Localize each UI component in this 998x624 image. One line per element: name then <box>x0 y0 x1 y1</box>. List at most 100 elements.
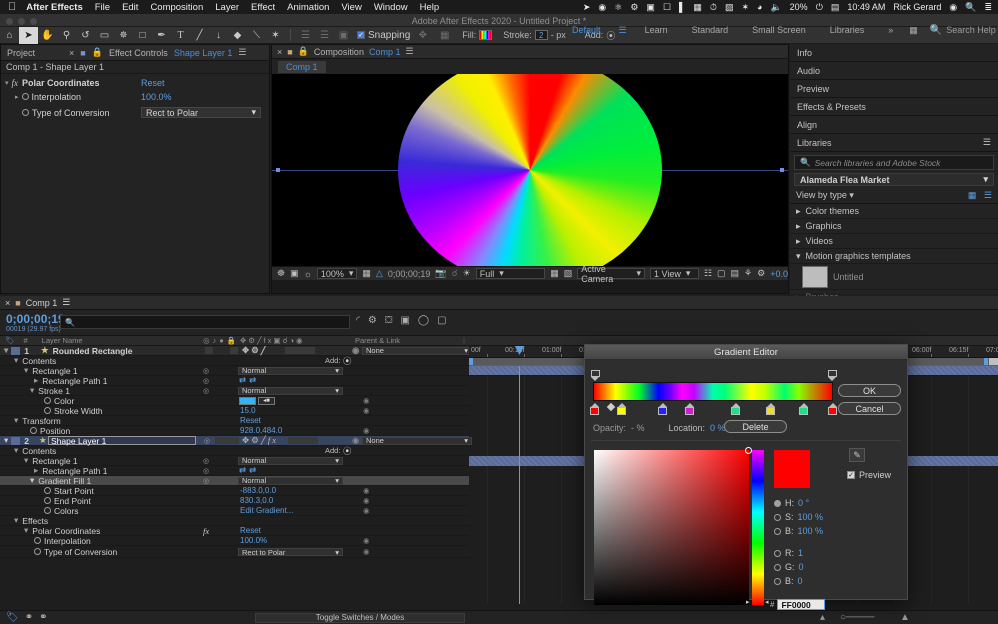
motion-blur-icon[interactable]: ⚭ <box>39 612 47 623</box>
show-snapshot-icon[interactable]: ☌ <box>452 268 458 279</box>
green-field[interactable]: G: 0 <box>774 562 804 572</box>
label-color-icon[interactable]: 🏷 <box>6 612 19 623</box>
conversion-type-select[interactable]: Rect to Polar ▾ <box>238 548 343 556</box>
zoom-tool-icon[interactable]: ⚲ <box>57 27 76 44</box>
roto-brush-tool-icon[interactable]: ⟍ <box>247 27 266 44</box>
field-value[interactable]: 1 <box>798 548 803 558</box>
align-center-icon[interactable]: ☰ <box>315 27 334 44</box>
time-machine-icon[interactable]: ⏱ <box>710 2 717 13</box>
parent-select[interactable]: None ▾ <box>362 347 472 355</box>
gradient-editor-dialog[interactable]: Gradient Editor Opacity: - % Location: 0… <box>584 344 908 600</box>
color-cursor[interactable] <box>745 447 752 454</box>
snap-vertex-icon[interactable]: ✥ <box>413 27 432 44</box>
eraser-tool-icon[interactable]: ◆ <box>228 27 247 44</box>
snap-face-icon[interactable]: ▦ <box>435 27 454 44</box>
menu-item-window[interactable]: Window <box>374 2 408 13</box>
channel-icon[interactable]: ☀ <box>463 268 471 279</box>
work-area-start-handle[interactable] <box>469 358 473 365</box>
table-row[interactable]: Color ◂■ ◉ <box>0 396 469 406</box>
frame-blending-icon[interactable]: ▣ <box>400 315 409 326</box>
stopwatch-icon[interactable] <box>44 397 51 404</box>
type-tool-icon[interactable]: T <box>171 27 190 44</box>
blend-mode-select[interactable]: Normal ▾ <box>238 477 343 485</box>
bluetooth-icon[interactable]: ✶ <box>741 2 749 13</box>
menu-app-name[interactable]: After Effects <box>26 2 83 13</box>
airplay-icon[interactable]: ☐ <box>663 2 671 13</box>
grid-view-icon[interactable]: ▦ <box>968 190 977 200</box>
chevron-down-icon[interactable]: ▾ <box>4 346 8 356</box>
color-stop-1[interactable] <box>617 403 626 415</box>
eye-icon[interactable]: ◎ <box>203 457 209 465</box>
expression-icon[interactable]: ◉ <box>363 406 370 415</box>
layer-color-chip[interactable] <box>11 347 20 355</box>
color-stop-3[interactable] <box>685 403 694 415</box>
table-row[interactable]: ▾ Rectangle 1 ◎ Normal ▾ <box>0 456 469 466</box>
stroke-color-swatch[interactable] <box>239 397 256 405</box>
table-row[interactable]: Stroke Width 15.0 ◉ <box>0 406 469 416</box>
stopwatch-icon[interactable] <box>22 109 29 116</box>
lock-icon[interactable]: 🔒 <box>298 46 309 57</box>
layer-switches[interactable]: ✥⚙╱ <box>242 346 268 356</box>
panel-header-align[interactable]: Align <box>790 116 998 134</box>
layer-switch-slots[interactable] <box>288 437 318 444</box>
table-row[interactable]: Interpolation 100.0% ◉ <box>0 536 469 546</box>
hex-input[interactable]: FF0000 <box>777 599 825 610</box>
library-group-color-themes[interactable]: ▸ Color themes <box>790 204 998 219</box>
table-row[interactable]: Position 928.0,484.0 ◉ <box>0 426 469 436</box>
table-row[interactable]: ▾ Contents Add: ⦿ <box>0 446 469 456</box>
apple-icon[interactable]:  <box>8 2 16 13</box>
radio-icon[interactable] <box>774 528 781 535</box>
tab-composition[interactable]: Composition <box>314 47 364 57</box>
effect-reset-button[interactable]: Reset <box>141 78 165 88</box>
library-view-by[interactable]: View by type ▾ ▦ ☰ <box>790 188 998 204</box>
stopwatch-icon[interactable] <box>22 93 29 100</box>
chevron-down-icon[interactable]: ▾ <box>30 475 34 486</box>
toggle-transparency-icon[interactable]: ▣ <box>290 268 299 279</box>
path-direction-icons[interactable]: ⇄⇄ <box>239 375 259 386</box>
expression-icon[interactable]: ◉ <box>363 547 370 556</box>
eye-icon[interactable]: ◎ <box>203 377 209 385</box>
radio-icon[interactable] <box>774 500 781 507</box>
layer-switches[interactable]: ✥⚙╱fx <box>242 435 278 446</box>
snapshot-icon[interactable]: 📷 <box>435 268 446 279</box>
expression-icon[interactable]: ◉ <box>363 486 370 495</box>
menu-item-animation[interactable]: Animation <box>287 2 329 13</box>
stopwatch-icon[interactable] <box>34 537 41 544</box>
eyedropper-icon[interactable]: ◂■ <box>258 397 275 405</box>
location-icon[interactable]: ➤ <box>583 2 591 13</box>
library-group-videos[interactable]: ▸ Videos <box>790 234 998 249</box>
graph-editor-icon[interactable]: ▢ <box>437 315 446 326</box>
edit-workspace-icon[interactable]: ▦ <box>905 25 922 36</box>
brightness-field[interactable]: B: 100 % <box>774 526 823 536</box>
reset-exposure-icon[interactable]: ⚘ <box>744 268 752 279</box>
zoom-in-icon[interactable]: ▲ <box>900 612 910 623</box>
panel-header-audio[interactable]: Audio <box>790 62 998 80</box>
red-field[interactable]: R: 1 <box>774 548 803 558</box>
chevron-down-icon[interactable]: ▾ <box>30 385 34 396</box>
expression-icon[interactable]: ◉ <box>363 496 370 505</box>
menu-item-edit[interactable]: Edit <box>122 2 138 13</box>
table-row[interactable]: End Point 830.3,0.0 ◉ <box>0 496 469 506</box>
expression-icon[interactable]: ◉ <box>363 506 370 515</box>
dropbox-icon[interactable]: ◉ <box>598 2 606 13</box>
menu-item-view[interactable]: View <box>341 2 361 13</box>
library-group-mogrt[interactable]: ▾ Motion graphics templates <box>790 249 998 264</box>
hide-shy-layers-icon[interactable]: ⛋ <box>385 315 393 326</box>
region-of-interest-icon[interactable]: ▦ <box>362 268 371 279</box>
blend-mode-select[interactable]: Normal ▾ <box>238 457 343 465</box>
gradient-midpoint[interactable] <box>607 403 615 411</box>
camera-tool-icon[interactable]: ▭ <box>95 27 114 44</box>
property-row-conversion[interactable]: Type of Conversion Rect to Polar ▾ <box>1 106 269 119</box>
workspace-standard[interactable]: Standard <box>680 25 741 35</box>
blue-field[interactable]: B: 0 <box>774 576 803 586</box>
selection-tool-icon[interactable]: ➤ <box>19 27 38 44</box>
camera-view-select[interactable]: Active Camera ▾ <box>577 268 645 279</box>
table-row[interactable]: ▾ Contents Add: ⦿ <box>0 356 469 366</box>
panel-header-libraries[interactable]: Libraries ☰ <box>790 134 998 152</box>
toggle-mask-icon[interactable]: ☼ <box>304 269 312 279</box>
layer-name-input[interactable]: Shape Layer 1 <box>48 436 196 445</box>
table-row[interactable]: ▾ Transform Reset <box>0 416 469 426</box>
network-icon[interactable]: ⚙ <box>630 2 638 13</box>
opacity-stop[interactable] <box>591 370 600 381</box>
comp-chip[interactable]: Comp 1 <box>278 61 326 73</box>
